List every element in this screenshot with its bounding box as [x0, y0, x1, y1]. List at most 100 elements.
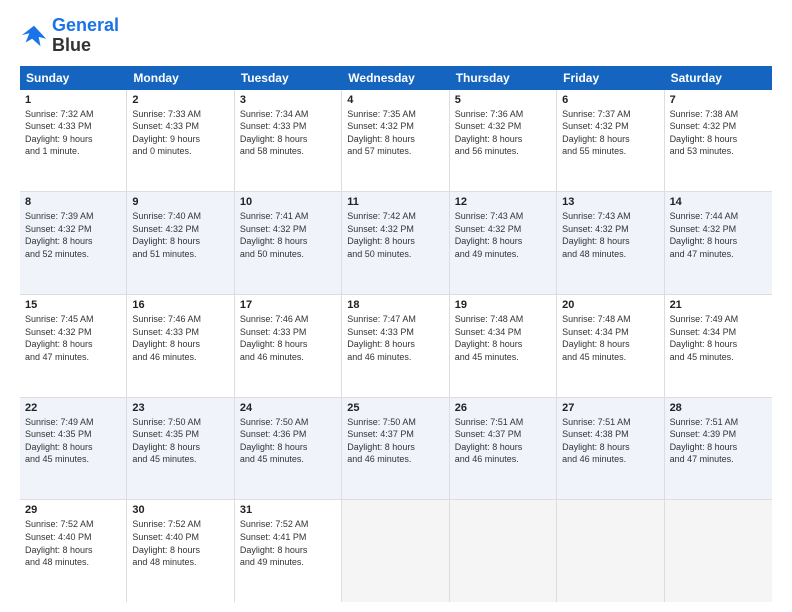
day-cell-19: 19Sunrise: 7:48 AMSunset: 4:34 PMDayligh…: [450, 295, 557, 397]
day-cell-21: 21 Sunrise: 7:49 AMSunset: 4:34 PMDayligh…: [665, 295, 772, 397]
day-cell-31: 31 Sunrise: 7:52 AMSunset: 4:41 PMDayligh…: [235, 500, 342, 602]
day-info: Sunrise: 7:49 AMSunset: 4:34 PMDaylight:…: [670, 313, 767, 363]
day-number: 26: [455, 402, 551, 414]
day-info: Sunrise: 7:39 AMSunset: 4:32 PMDaylight:…: [25, 210, 121, 260]
day-number: 8: [25, 196, 121, 208]
day-info: Sunrise: 7:47 AMSunset: 4:33 PMDaylight:…: [347, 313, 443, 363]
day-info: Sunrise: 7:45 AMSunset: 4:32 PMDaylight:…: [25, 313, 121, 363]
day-number: 20: [562, 299, 658, 311]
day-cell-16: 16 Sunrise: 7:46 AMSunset: 4:33 PMDayligh…: [127, 295, 234, 397]
header-day-wednesday: Wednesday: [342, 66, 449, 90]
day-number: 12: [455, 196, 551, 208]
day-info: Sunrise: 7:46 AMSunset: 4:33 PMDaylight:…: [240, 313, 336, 363]
day-info: Sunrise: 7:43 AMSunset: 4:32 PMDaylight:…: [562, 210, 658, 260]
header-day-monday: Monday: [127, 66, 234, 90]
day-number: 15: [25, 299, 121, 311]
day-cell-27: 27 Sunrise: 7:51 AMSunset: 4:38 PMDayligh…: [557, 398, 664, 500]
day-number: 17: [240, 299, 336, 311]
day-cell-22: 22 Sunrise: 7:49 AMSunset: 4:35 PMDayligh…: [20, 398, 127, 500]
day-number: 2: [132, 94, 228, 106]
day-info: Sunrise: 7:52 AMSunset: 4:41 PMDaylight:…: [240, 518, 336, 568]
day-info: Sunrise: 7:40 AMSunset: 4:32 PMDaylight:…: [132, 210, 228, 260]
day-info: Sunrise: 7:36 AMSunset: 4:32 PMDaylight:…: [455, 108, 551, 158]
day-info: Sunrise: 7:48 AMSunset: 4:34 PMDaylight:…: [562, 313, 658, 363]
day-number: 29: [25, 504, 121, 516]
day-cell-18: 18 Sunrise: 7:47 AMSunset: 4:33 PMDayligh…: [342, 295, 449, 397]
day-info: Sunrise: 7:37 AMSunset: 4:32 PMDaylight:…: [562, 108, 658, 158]
day-cell-29: 29 Sunrise: 7:52 AMSunset: 4:40 PMDayligh…: [20, 500, 127, 602]
day-cell-7: 7 Sunrise: 7:38 AMSunset: 4:32 PMDaylight…: [665, 90, 772, 192]
calendar-row-5: 29 Sunrise: 7:52 AMSunset: 4:40 PMDayligh…: [20, 500, 772, 602]
day-number: 7: [670, 94, 767, 106]
day-cell-26: 26Sunrise: 7:51 AMSunset: 4:37 PMDayligh…: [450, 398, 557, 500]
day-info: Sunrise: 7:49 AMSunset: 4:35 PMDaylight:…: [25, 416, 121, 466]
day-number: 13: [562, 196, 658, 208]
day-info: Sunrise: 7:50 AMSunset: 4:36 PMDaylight:…: [240, 416, 336, 466]
calendar-header: SundayMondayTuesdayWednesdayThursdayFrid…: [20, 66, 772, 90]
day-number: 18: [347, 299, 443, 311]
day-cell-1: 1Sunrise: 7:32 AMSunset: 4:33 PMDaylight…: [20, 90, 127, 192]
day-number: 22: [25, 402, 121, 414]
header-day-friday: Friday: [557, 66, 664, 90]
day-number: 27: [562, 402, 658, 414]
day-info: Sunrise: 7:38 AMSunset: 4:32 PMDaylight:…: [670, 108, 767, 158]
day-cell-3: 3 Sunrise: 7:34 AMSunset: 4:33 PMDaylight…: [235, 90, 342, 192]
day-number: 16: [132, 299, 228, 311]
day-info: Sunrise: 7:44 AMSunset: 4:32 PMDaylight:…: [670, 210, 767, 260]
day-number: 9: [132, 196, 228, 208]
day-info: Sunrise: 7:42 AMSunset: 4:32 PMDaylight:…: [347, 210, 443, 260]
day-number: 6: [562, 94, 658, 106]
day-cell-8: 8 Sunrise: 7:39 AMSunset: 4:32 PMDaylight…: [20, 192, 127, 294]
day-info: Sunrise: 7:34 AMSunset: 4:33 PMDaylight:…: [240, 108, 336, 158]
day-info: Sunrise: 7:50 AMSunset: 4:35 PMDaylight:…: [132, 416, 228, 466]
empty-cell: [665, 500, 772, 602]
calendar: SundayMondayTuesdayWednesdayThursdayFrid…: [20, 66, 772, 602]
logo: General Blue: [20, 16, 119, 56]
day-cell-10: 10Sunrise: 7:41 AMSunset: 4:32 PMDayligh…: [235, 192, 342, 294]
day-cell-28: 28 Sunrise: 7:51 AMSunset: 4:39 PMDayligh…: [665, 398, 772, 500]
day-cell-23: 23 Sunrise: 7:50 AMSunset: 4:35 PMDayligh…: [127, 398, 234, 500]
day-info: Sunrise: 7:32 AMSunset: 4:33 PMDaylight:…: [25, 108, 121, 158]
day-cell-14: 14Sunrise: 7:44 AMSunset: 4:32 PMDayligh…: [665, 192, 772, 294]
header-day-sunday: Sunday: [20, 66, 127, 90]
day-cell-20: 20 Sunrise: 7:48 AMSunset: 4:34 PMDayligh…: [557, 295, 664, 397]
day-cell-11: 11Sunrise: 7:42 AMSunset: 4:32 PMDayligh…: [342, 192, 449, 294]
calendar-row-2: 8 Sunrise: 7:39 AMSunset: 4:32 PMDaylight…: [20, 192, 772, 295]
day-info: Sunrise: 7:51 AMSunset: 4:38 PMDaylight:…: [562, 416, 658, 466]
day-cell-5: 5 Sunrise: 7:36 AMSunset: 4:32 PMDaylight…: [450, 90, 557, 192]
day-number: 3: [240, 94, 336, 106]
day-number: 19: [455, 299, 551, 311]
calendar-body: 1Sunrise: 7:32 AMSunset: 4:33 PMDaylight…: [20, 90, 772, 602]
day-info: Sunrise: 7:41 AMSunset: 4:32 PMDaylight:…: [240, 210, 336, 260]
day-number: 31: [240, 504, 336, 516]
day-info: Sunrise: 7:52 AMSunset: 4:40 PMDaylight:…: [25, 518, 121, 568]
day-info: Sunrise: 7:43 AMSunset: 4:32 PMDaylight:…: [455, 210, 551, 260]
day-info: Sunrise: 7:46 AMSunset: 4:33 PMDaylight:…: [132, 313, 228, 363]
day-info: Sunrise: 7:33 AMSunset: 4:33 PMDaylight:…: [132, 108, 228, 158]
calendar-row-4: 22 Sunrise: 7:49 AMSunset: 4:35 PMDayligh…: [20, 398, 772, 501]
day-cell-6: 6 Sunrise: 7:37 AMSunset: 4:32 PMDaylight…: [557, 90, 664, 192]
logo-icon: [20, 22, 48, 50]
day-number: 5: [455, 94, 551, 106]
day-number: 21: [670, 299, 767, 311]
day-cell-30: 30 Sunrise: 7:52 AMSunset: 4:40 PMDayligh…: [127, 500, 234, 602]
day-number: 4: [347, 94, 443, 106]
empty-cell: [557, 500, 664, 602]
header-day-thursday: Thursday: [450, 66, 557, 90]
empty-cell: [450, 500, 557, 602]
empty-cell: [342, 500, 449, 602]
day-number: 28: [670, 402, 767, 414]
day-number: 23: [132, 402, 228, 414]
day-number: 25: [347, 402, 443, 414]
calendar-row-1: 1Sunrise: 7:32 AMSunset: 4:33 PMDaylight…: [20, 90, 772, 193]
day-cell-25: 25Sunrise: 7:50 AMSunset: 4:37 PMDayligh…: [342, 398, 449, 500]
day-info: Sunrise: 7:52 AMSunset: 4:40 PMDaylight:…: [132, 518, 228, 568]
day-info: Sunrise: 7:51 AMSunset: 4:39 PMDaylight:…: [670, 416, 767, 466]
day-number: 30: [132, 504, 228, 516]
day-cell-24: 24Sunrise: 7:50 AMSunset: 4:36 PMDayligh…: [235, 398, 342, 500]
page: General Blue SundayMondayTuesdayWednesda…: [0, 0, 792, 612]
day-cell-17: 17 Sunrise: 7:46 AMSunset: 4:33 PMDayligh…: [235, 295, 342, 397]
day-cell-15: 15 Sunrise: 7:45 AMSunset: 4:32 PMDayligh…: [20, 295, 127, 397]
header-day-tuesday: Tuesday: [235, 66, 342, 90]
day-cell-4: 4Sunrise: 7:35 AMSunset: 4:32 PMDaylight…: [342, 90, 449, 192]
